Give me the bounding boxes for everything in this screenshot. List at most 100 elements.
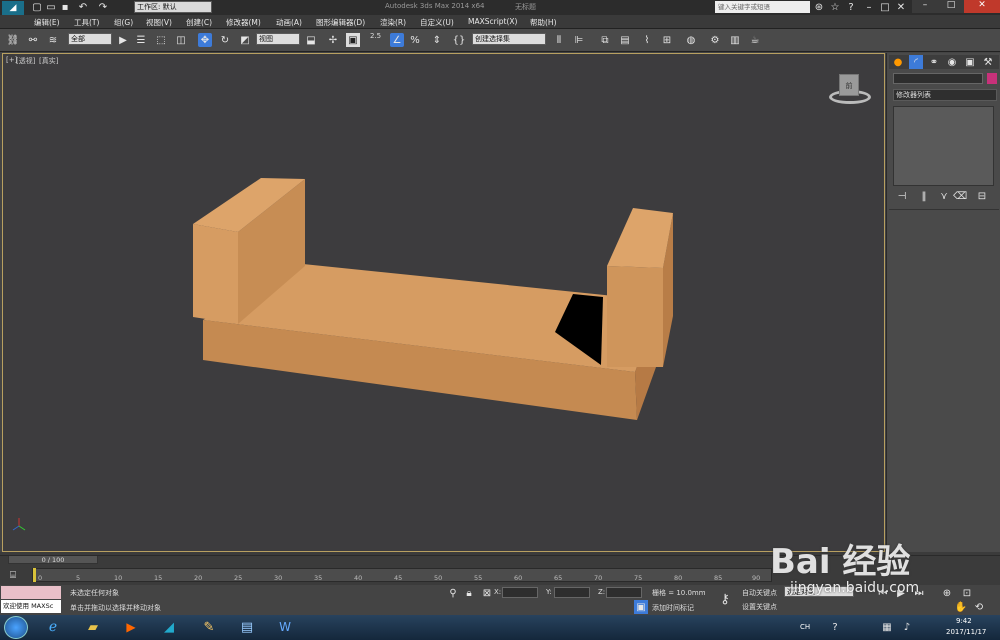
spinner-snap-icon[interactable]: ⇕ xyxy=(430,33,444,47)
add-time-tag[interactable]: 添加时间标记 xyxy=(652,603,694,613)
selection-filter-dropdown[interactable]: 全部 xyxy=(68,33,112,45)
named-selection-dropdown[interactable]: 创建选择集 xyxy=(472,33,546,45)
absolute-mode-icon[interactable]: ⊠ xyxy=(480,586,494,600)
rect-selection-icon[interactable]: ⬚ xyxy=(154,33,168,47)
minimize-icon[interactable]: – xyxy=(862,0,876,14)
window-crossing-icon[interactable]: ◫ xyxy=(174,33,188,47)
reference-coord-dropdown[interactable]: 视图 xyxy=(256,33,300,45)
menu-create[interactable]: 创建(C) xyxy=(186,17,212,28)
maxscript-listener-pink[interactable] xyxy=(1,586,61,599)
modifier-list-dropdown[interactable]: 修改器列表 xyxy=(893,89,997,101)
modify-tab-icon[interactable]: ◜ xyxy=(909,55,923,69)
pin-stack-icon[interactable]: ⊣ xyxy=(895,189,909,203)
z-coord-field[interactable] xyxy=(606,587,642,598)
save-file-icon[interactable]: ▪ xyxy=(58,0,72,14)
object-name-field[interactable] xyxy=(893,73,983,84)
clock-time[interactable]: 9:42 xyxy=(956,617,972,625)
menu-animation[interactable]: 动画(A) xyxy=(276,17,302,28)
display-tab-icon[interactable]: ▣ xyxy=(963,55,977,69)
binoculars-icon[interactable]: ⊛ xyxy=(812,0,826,14)
clock-date[interactable]: 2017/11/17 xyxy=(946,628,986,636)
show-end-result-icon[interactable]: ‖ xyxy=(917,189,931,203)
perspective-viewport[interactable]: [+] [透视] [真实] 前 xyxy=(2,53,885,552)
input-language[interactable]: CH xyxy=(800,623,810,631)
object-color-swatch[interactable] xyxy=(987,73,997,84)
remove-modifier-icon[interactable]: ⌫ xyxy=(953,189,967,203)
pivot-center-icon[interactable]: ⬓ xyxy=(304,33,318,47)
redo-icon[interactable]: ↷ xyxy=(96,0,110,14)
explorer-icon[interactable]: ▰ xyxy=(86,620,100,635)
menu-graph-editors[interactable]: 图形编辑器(D) xyxy=(316,17,365,28)
time-tag-icon[interactable]: ▣ xyxy=(634,600,648,614)
hierarchy-tab-icon[interactable]: ⚭ xyxy=(927,55,941,69)
window-close-button[interactable]: ✕ xyxy=(964,0,1000,13)
current-frame-marker[interactable] xyxy=(33,568,36,582)
scene-shelf-model[interactable] xyxy=(3,54,885,552)
menu-edit[interactable]: 编辑(E) xyxy=(34,17,60,28)
motion-tab-icon[interactable]: ◉ xyxy=(945,55,959,69)
lock-icon[interactable]: 🔒︎ xyxy=(462,586,476,600)
render-production-icon[interactable]: ☕ xyxy=(748,33,762,47)
align-icon[interactable]: ⊫ xyxy=(572,33,586,47)
tray-network-icon[interactable]: ▦ xyxy=(880,620,894,634)
help-icon[interactable]: ? xyxy=(844,0,858,14)
material-editor-icon[interactable]: ◍ xyxy=(684,33,698,47)
window-maximize-button[interactable]: □ xyxy=(938,0,964,13)
menu-maxscript[interactable]: MAXScript(X) xyxy=(468,17,517,26)
percent-snap-icon[interactable]: % xyxy=(408,33,422,47)
select-move-icon[interactable]: ✥ xyxy=(198,33,212,47)
menu-group[interactable]: 组(G) xyxy=(114,17,133,28)
orbit-icon[interactable]: ⟲ xyxy=(972,600,986,614)
select-object-icon[interactable]: ▶ xyxy=(116,33,130,47)
close-icon[interactable]: ✕ xyxy=(894,0,908,14)
menu-views[interactable]: 视图(V) xyxy=(146,17,172,28)
unlink-icon[interactable]: ⚯ xyxy=(26,33,40,47)
render-setup-icon[interactable]: ⚙ xyxy=(708,33,722,47)
search-input[interactable]: 键入关键字或短语 xyxy=(715,1,810,13)
mini-curve-editor-icon[interactable]: ⌸ xyxy=(6,568,20,582)
configure-sets-icon[interactable]: ⊟ xyxy=(975,189,989,203)
angle-snap-icon[interactable]: ∠ xyxy=(390,33,404,47)
select-rotate-icon[interactable]: ↻ xyxy=(218,33,232,47)
pan-icon[interactable]: ✋ xyxy=(954,600,968,614)
modifier-stack-list[interactable] xyxy=(893,106,994,186)
y-coord-field[interactable] xyxy=(554,587,590,598)
menu-help[interactable]: 帮助(H) xyxy=(530,17,557,28)
menu-customize[interactable]: 自定义(U) xyxy=(420,17,454,28)
edit-named-sets-icon[interactable]: {} xyxy=(452,33,466,47)
menu-modifiers[interactable]: 修改器(M) xyxy=(226,17,261,28)
create-tab-icon[interactable]: ● xyxy=(891,55,905,69)
start-button[interactable] xyxy=(4,616,28,639)
layer-manager-icon[interactable]: ⧉ xyxy=(598,33,612,47)
3dsmax-task-icon[interactable]: ◢ xyxy=(162,620,176,635)
angle-snap-value[interactable]: 2.5 xyxy=(370,32,381,40)
utilities-tab-icon[interactable]: ⚒ xyxy=(981,55,995,69)
select-scale-icon[interactable]: ◩ xyxy=(238,33,252,47)
new-file-icon[interactable]: ▢ xyxy=(30,0,44,14)
set-key-icon[interactable]: ⚷ xyxy=(718,592,732,607)
selection-lock-icon[interactable]: ⚲ xyxy=(446,586,460,600)
auto-key-button[interactable]: 自动关键点 xyxy=(742,588,777,598)
zoom-extents-icon[interactable]: ⊡ xyxy=(960,586,974,600)
maxscript-mini-listener[interactable]: 欢迎使用 MAXSc xyxy=(1,600,61,613)
link-icon[interactable]: ⛓ xyxy=(6,33,20,47)
graphite-tools-icon[interactable]: ▤ xyxy=(618,33,632,47)
viewcube-icon[interactable]: 前 xyxy=(839,74,859,96)
undo-icon[interactable]: ↶ xyxy=(76,0,90,14)
tray-volume-icon[interactable]: ♪ xyxy=(900,620,914,634)
app-logo-icon[interactable]: ◢ xyxy=(2,1,24,15)
tray-help-icon[interactable]: ? xyxy=(828,620,842,634)
keyboard-shortcut-icon[interactable]: ▣ xyxy=(346,33,360,47)
media-player-icon[interactable]: ▶ xyxy=(124,620,138,634)
word-icon[interactable]: W xyxy=(278,620,292,634)
time-slider[interactable]: 0 / 100 xyxy=(8,555,98,564)
select-by-name-icon[interactable]: ☰ xyxy=(134,33,148,47)
rendered-frame-icon[interactable]: ▥ xyxy=(728,33,742,47)
maximize-icon[interactable]: □ xyxy=(878,0,892,14)
mirror-icon[interactable]: ⫴ xyxy=(552,33,566,47)
star-icon[interactable]: ☆ xyxy=(828,0,842,14)
select-manipulate-icon[interactable]: ✢ xyxy=(326,33,340,47)
ie-icon[interactable]: ℯ xyxy=(46,619,60,635)
paint-icon[interactable]: ✎ xyxy=(202,620,216,635)
x-coord-field[interactable] xyxy=(502,587,538,598)
